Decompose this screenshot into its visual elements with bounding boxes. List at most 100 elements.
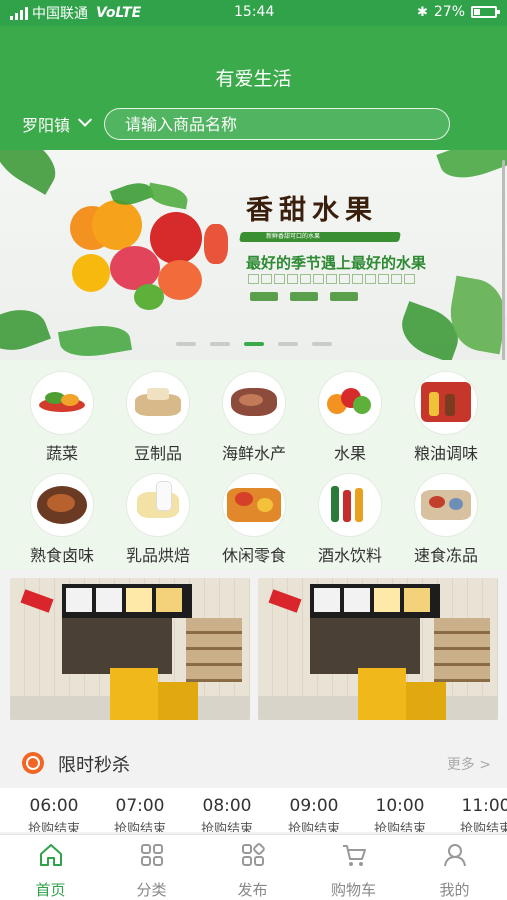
vegetables-icon — [31, 372, 93, 434]
category-label: 熟食卤味 — [29, 546, 94, 565]
category-grid: 蔬菜 豆制品 海鲜水产 水果 粮油调味 熟食卤味 乳品烘焙 休闲零食 酒水饮料 … — [0, 360, 507, 570]
search-input[interactable] — [105, 109, 449, 139]
banner-slogan: 最好的季节遇上最好的水果 — [246, 254, 427, 272]
more-link[interactable]: 更多 > — [447, 754, 491, 774]
grapefruit-icon — [204, 224, 228, 264]
carousel-dot[interactable] — [312, 342, 332, 346]
home-icon — [39, 844, 62, 866]
banner-strip: 新鲜香甜可口的水果 — [239, 232, 401, 242]
publish-icon — [241, 843, 265, 866]
tab-profile[interactable]: 我的 — [404, 841, 505, 900]
carousel-indicator[interactable] — [176, 342, 332, 346]
leaf-decoration-icon — [146, 182, 190, 210]
tofu-icon — [127, 372, 189, 434]
slot-time: 06:00 — [29, 796, 79, 816]
category-label: 休闲零食 — [221, 546, 286, 565]
page-title: 有爱生活 — [215, 68, 292, 90]
flash-sale-title: 限时秒杀 — [58, 755, 130, 776]
network-type: VoLTE — [96, 5, 142, 21]
category-fruit[interactable]: 水果 — [300, 372, 400, 464]
time-slot[interactable]: 09:00 抢购结束 — [271, 796, 357, 832]
slot-status: 抢购结束 — [373, 822, 426, 832]
category-icon — [140, 844, 163, 866]
slot-status: 抢购结束 — [459, 822, 507, 832]
lime-icon — [134, 284, 164, 310]
banner-decoration — [250, 292, 358, 301]
slot-time: 07:00 — [115, 796, 165, 816]
time-slot[interactable]: 10:00 抢购结束 — [357, 796, 443, 832]
slot-status: 抢购结束 — [113, 822, 166, 832]
tab-label: 发布 — [237, 881, 268, 899]
leaf-decoration-icon — [57, 320, 133, 360]
flash-sale-header: 限时秒杀 更多 > — [0, 740, 507, 786]
category-cooked-food[interactable]: 熟食卤味 — [12, 474, 112, 566]
slot-time: 09:00 — [289, 796, 339, 816]
tab-category[interactable]: 分类 — [101, 841, 202, 900]
category-seafood[interactable]: 海鲜水产 — [204, 372, 304, 464]
time-slot[interactable]: 07:00 抢购结束 — [97, 796, 183, 832]
bluetooth-icon: ✱ — [416, 4, 428, 20]
time-slot[interactable]: 11:00 抢购结束 — [443, 796, 507, 832]
search-box[interactable] — [104, 108, 450, 140]
slot-status: 抢购结束 — [200, 822, 253, 832]
orange-icon — [72, 254, 110, 292]
leaf-decoration-icon — [0, 300, 52, 360]
category-vegetables[interactable]: 蔬菜 — [12, 372, 112, 464]
store-showcase — [0, 570, 507, 730]
category-grain-oil[interactable]: 粮油调味 — [396, 372, 496, 464]
location-label: 罗阳镇 — [22, 116, 71, 135]
tab-label: 首页 — [35, 881, 66, 899]
carousel-dot[interactable] — [278, 342, 298, 346]
orange-icon — [92, 200, 142, 250]
drinks-icon — [319, 474, 381, 536]
profile-icon — [443, 844, 466, 867]
slot-time: 11:00 — [461, 796, 507, 816]
signal-icon — [10, 6, 28, 20]
store-image[interactable] — [10, 578, 250, 720]
slot-status: 抢购结束 — [27, 822, 80, 832]
category-label: 豆制品 — [133, 444, 182, 463]
tab-home[interactable]: 首页 — [0, 841, 101, 900]
slot-time: 08:00 — [202, 796, 252, 816]
alarm-clock-icon — [22, 752, 44, 774]
slot-time: 10:00 — [375, 796, 425, 816]
category-drinks[interactable]: 酒水饮料 — [300, 474, 400, 566]
time-slot[interactable]: 06:00 抢购结束 — [11, 796, 97, 832]
dairy-bakery-icon — [127, 474, 189, 536]
carousel-dot[interactable] — [176, 342, 196, 346]
category-dairy-bakery[interactable]: 乳品烘焙 — [108, 474, 208, 566]
tab-label: 我的 — [439, 881, 470, 899]
fruit-icon — [319, 372, 381, 434]
location-selector[interactable]: 罗阳镇 — [22, 112, 93, 136]
snacks-icon — [223, 474, 285, 536]
category-label: 酒水饮料 — [317, 546, 382, 565]
apple-icon — [150, 212, 202, 264]
category-label: 乳品烘焙 — [125, 546, 190, 565]
grapefruit-icon — [158, 260, 202, 300]
category-label: 速食冻品 — [413, 546, 478, 565]
slot-status: 抢购结束 — [287, 822, 340, 832]
cart-icon — [342, 845, 366, 866]
leaf-decoration-icon — [436, 150, 507, 187]
time-slot[interactable]: 08:00 抢购结束 — [184, 796, 270, 832]
frozen-food-icon — [415, 474, 477, 536]
cooked-food-icon — [31, 474, 93, 536]
tab-cart[interactable]: 购物车 — [303, 841, 404, 900]
carousel-dot-active[interactable] — [244, 342, 264, 346]
category-frozen-food[interactable]: 速食冻品 — [396, 474, 496, 566]
flash-sale-timeline: 06:00 抢购结束 07:00 抢购结束 08:00 抢购结束 09:00 抢… — [0, 788, 507, 832]
category-snacks[interactable]: 休闲零食 — [204, 474, 304, 566]
status-time: 15:44 — [234, 4, 275, 20]
banner-decoration — [248, 274, 415, 284]
status-bar: 中国联通 VoLTE 15:44 ✱ 27% — [0, 0, 507, 26]
store-image[interactable] — [258, 578, 498, 720]
grain-oil-icon — [415, 372, 477, 434]
bottom-tab-bar: 首页 分类 发布 购物车 我的 — [0, 834, 507, 900]
carousel-dot[interactable] — [210, 342, 230, 346]
app-header: 有爱生活 罗阳镇 — [0, 26, 507, 150]
banner-strip-text: 新鲜香甜可口的水果 — [266, 233, 321, 240]
tab-publish[interactable]: 发布 — [202, 841, 303, 900]
promo-banner[interactable]: 香甜水果 新鲜香甜可口的水果 最好的季节遇上最好的水果 — [0, 150, 507, 360]
category-tofu[interactable]: 豆制品 — [108, 372, 208, 464]
banner-title: 香甜水果 — [246, 195, 378, 226]
